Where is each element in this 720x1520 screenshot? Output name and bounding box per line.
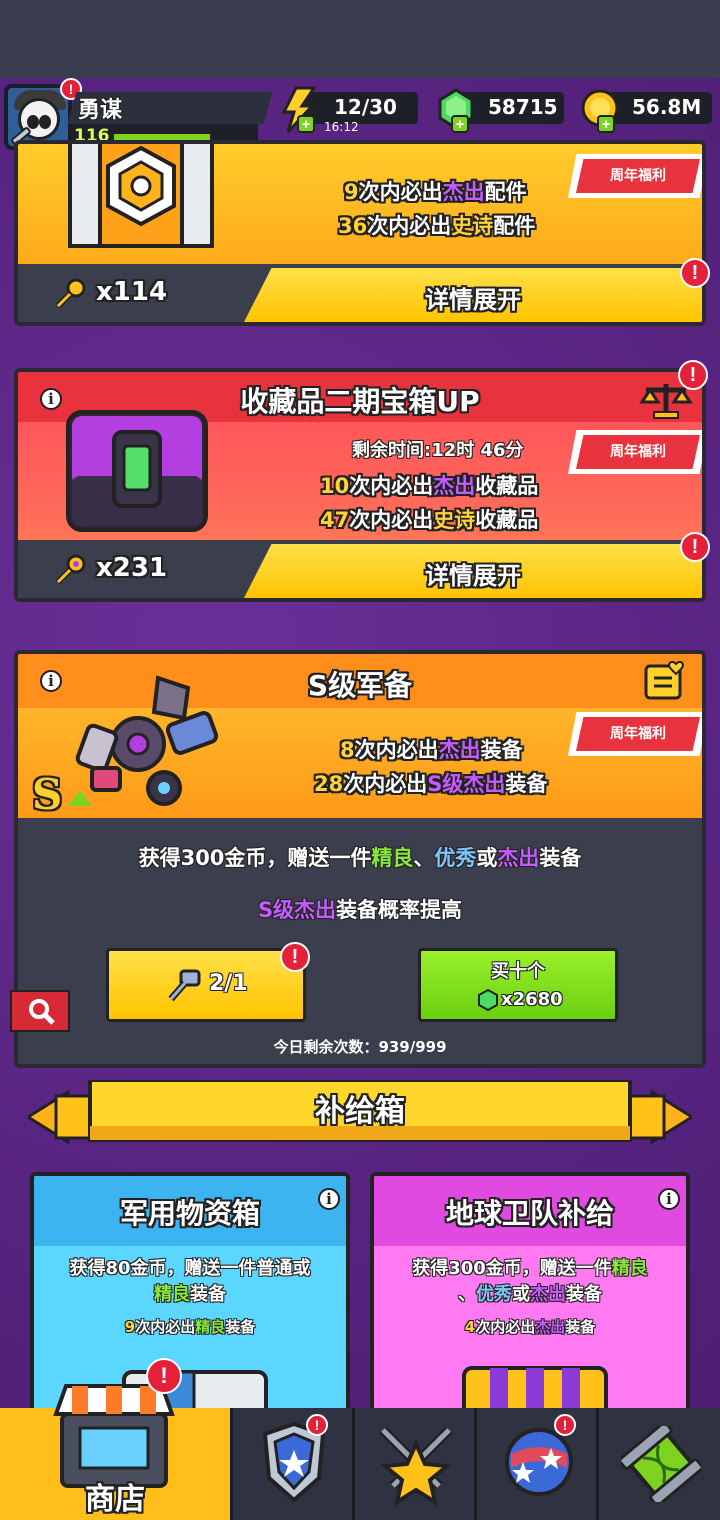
card2-footer: x231 详情展开 [18, 540, 702, 598]
box1-guarantee: 9次内必出精良装备 [124, 1318, 256, 1336]
tab-shop-label: 商店 [85, 1482, 145, 1517]
card2-guarantee-2: 47次内必出史诗收藏品 [320, 508, 539, 532]
accessory-chest-icon[interactable] [66, 140, 216, 258]
key-icon [55, 554, 86, 585]
supply-banner-title: 补给箱 [315, 1094, 405, 1129]
shop-alert-badge: ! [146, 1358, 182, 1394]
list-heart-icon[interactable] [642, 660, 688, 702]
upgrade-arrow-icon [68, 790, 92, 806]
box1-title: 军用物资箱 [119, 1197, 260, 1230]
accessory-chest-card: 9次内必出杰出配件 36次内必出史诗配件 周年福利 x114 详情展开 [14, 140, 706, 326]
card3-guarantee-2: 28次内必出S级杰出装备 [314, 772, 548, 796]
info-icon[interactable]: i [318, 1188, 340, 1210]
search-icon [29, 999, 55, 1025]
box2-guarantee: 4次内必出杰出装备 [464, 1318, 596, 1336]
card1-key-count: x114 [96, 277, 168, 307]
card2-guarantee-1: 10次内必出杰出收藏品 [320, 474, 539, 498]
card2-alert-badge: ! [680, 532, 710, 562]
box1-description: 获得80金币，赠送一件普通或 精良装备 [69, 1258, 311, 1305]
card3-description: 获得300金币，赠送一件精良、优秀或杰出装备 [138, 846, 582, 870]
svg-text:+: + [456, 116, 465, 133]
gem-icon: + [438, 88, 474, 133]
coin-value: 56.8M [632, 95, 702, 119]
s-grade-icon: S [32, 770, 63, 819]
card2-key-count: x231 [96, 553, 168, 583]
card1-details-button[interactable]: 详情展开 [244, 268, 702, 322]
buy-ten-button[interactable]: 买十个 x2680 [418, 948, 618, 1022]
key-pull-alert-badge: ! [280, 942, 310, 972]
gem-value: 58715 [488, 95, 558, 119]
earth-guard-supply-box[interactable]: 地球卫队补给 i 获得300金币，赠送一件精良 、优秀或杰出装备 4次内必出杰出装… [370, 1172, 690, 1422]
box2-description: 获得300金币，赠送一件精良 、优秀或杰出装备 [412, 1258, 648, 1305]
card3-guarantee-1: 8次内必出杰出装备 [340, 738, 523, 762]
tab-research[interactable] [596, 1408, 720, 1520]
key-icon [55, 278, 86, 309]
card2-alert-badge-top: ! [678, 360, 708, 390]
anniversary-tag: 周年福利 [568, 430, 702, 474]
s-grade-armament-card: i S级军备 S 8次内必出杰出装备 28次内必出S级杰出装备 周年福利 获得3… [14, 650, 706, 1068]
tab-equipment[interactable] [230, 1408, 352, 1520]
planet-alert-badge: ! [554, 1414, 576, 1436]
svg-text:+: + [302, 116, 311, 133]
box2-title: 地球卫队补给 [445, 1197, 614, 1230]
bottom-navigation: 商店 ! ! ! [0, 1358, 720, 1520]
anniversary-tag: 周年福利 [568, 712, 702, 756]
crossed-swords-star-icon [379, 1426, 453, 1506]
collectible-chest-icon[interactable] [62, 406, 212, 536]
card2-details-button[interactable]: 详情展开 [244, 544, 702, 598]
info-icon[interactable]: i [658, 1188, 680, 1210]
energy-bolt-icon: + [281, 86, 317, 134]
gem-icon [478, 989, 498, 1011]
tab-battle[interactable] [352, 1408, 474, 1520]
player-name: 勇谋 [78, 98, 123, 123]
key-pull-count: 2/1 [209, 971, 248, 996]
energy-value: 12/30 [334, 95, 397, 119]
dna-canister-icon [621, 1426, 701, 1502]
tab-planet[interactable] [474, 1408, 596, 1520]
card1-guarantee-1: 9次内必出杰出配件 [344, 180, 527, 204]
tab-shop[interactable]: 商店 [0, 1384, 230, 1520]
coin-icon: + [581, 89, 619, 133]
buy-ten-price: x2680 [501, 989, 563, 1010]
energy-timer: 16:12 [324, 120, 359, 134]
equipment-alert-badge: ! [306, 1414, 328, 1436]
card1-footer: x114 详情展开 [18, 264, 702, 322]
anniversary-tag: 周年福利 [568, 154, 702, 198]
svg-text:+: + [602, 116, 611, 133]
collectible-chest-card: i 收藏品二期宝箱UP 剩余时间:12时 46分 10次内必出杰出收藏品 47次… [14, 368, 706, 602]
search-button[interactable] [10, 990, 70, 1032]
card3-rate-up-note: S级杰出装备概率提高 [257, 898, 463, 922]
status-bar [0, 0, 720, 78]
card1-alert-badge: ! [680, 258, 710, 288]
key-icon [168, 969, 201, 1002]
buy-ten-label: 买十个 [491, 961, 545, 982]
card2-timer: 剩余时间:12时 46分 [352, 440, 524, 461]
daily-remaining: 今日剩余次数：939/999 [273, 1038, 447, 1056]
card1-guarantee-2: 36次内必出史诗配件 [338, 214, 536, 238]
key-pull-button[interactable]: 2/1 [106, 948, 306, 1022]
